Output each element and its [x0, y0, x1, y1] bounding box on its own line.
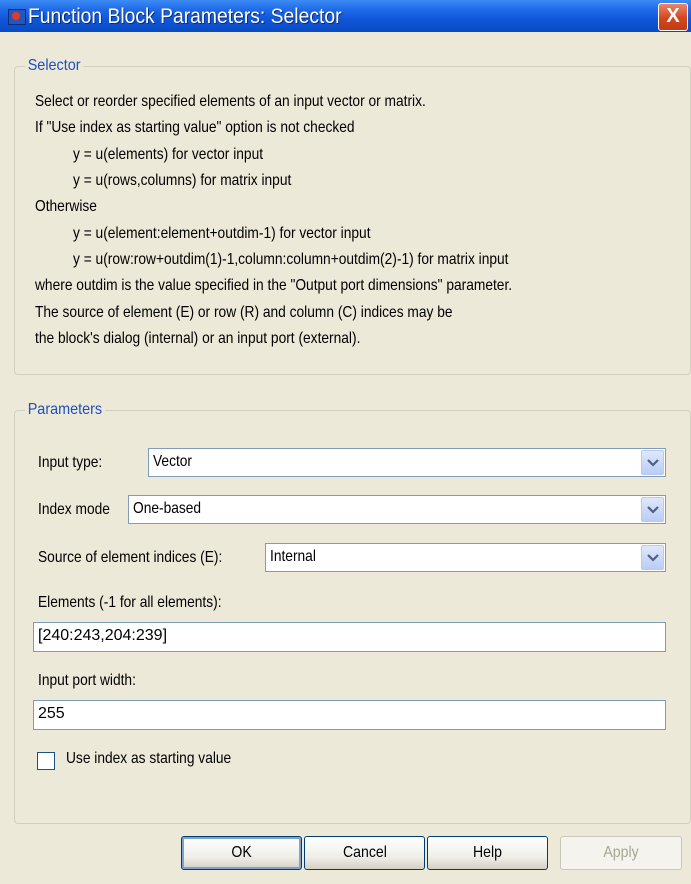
close-icon: X: [666, 5, 680, 27]
input-type-label: Input type:: [38, 454, 103, 471]
description-line: y = u(element:element+outdim-1) for vect…: [73, 225, 371, 242]
cancel-button[interactable]: Cancel: [304, 836, 425, 870]
chevron-down-icon[interactable]: [641, 545, 664, 570]
chevron-down-icon[interactable]: [641, 497, 664, 522]
title-bar[interactable]: Function Block Parameters: Selector X: [0, 0, 691, 32]
parameters-legend: Parameters: [25, 401, 105, 419]
source-indices-dropdown[interactable]: Internal: [265, 543, 666, 572]
selector-group: Selector Select or reorder specified ele…: [14, 57, 691, 375]
input-type-value: Vector: [153, 453, 193, 470]
cancel-button-label: Cancel: [342, 844, 387, 861]
ok-button[interactable]: OK: [181, 836, 302, 870]
help-button[interactable]: Help: [427, 836, 548, 870]
elements-input[interactable]: [38, 627, 644, 645]
chevron-down-icon[interactable]: [641, 450, 664, 475]
use-index-checkbox[interactable]: [37, 752, 55, 770]
description-line: y = u(row:row+outdim(1)-1,column:column+…: [73, 251, 509, 268]
description-line: The source of element (E) or row (R) and…: [35, 304, 453, 321]
description-line: where outdim is the value specified in t…: [35, 277, 513, 294]
description-line: y = u(elements) for vector input: [73, 146, 264, 163]
index-mode-value: One-based: [133, 500, 202, 517]
description-line: the block's dialog (internal) or an inpu…: [35, 330, 361, 347]
apply-button: Apply: [560, 836, 682, 870]
elements-field[interactable]: [33, 622, 666, 652]
input-type-dropdown[interactable]: Vector: [148, 448, 666, 477]
port-width-input[interactable]: [38, 705, 644, 723]
description-line: If "Use index as starting value" option …: [35, 119, 355, 136]
source-indices-label: Source of element indices (E):: [38, 549, 223, 566]
port-width-field[interactable]: [33, 700, 666, 730]
index-mode-dropdown[interactable]: One-based: [128, 495, 666, 524]
description-line: y = u(rows,columns) for matrix input: [73, 172, 292, 189]
use-index-label: Use index as starting value: [66, 750, 232, 767]
description-line: Select or reorder specified elements of …: [35, 93, 426, 110]
simulink-block-icon: [8, 9, 26, 25]
ok-button-label: OK: [231, 844, 252, 861]
selector-legend: Selector: [25, 57, 84, 75]
port-width-label: Input port width:: [38, 672, 136, 689]
apply-button-label: Apply: [603, 844, 639, 861]
window-title: Function Block Parameters: Selector: [28, 5, 342, 28]
source-indices-value: Internal: [270, 548, 316, 565]
elements-label: Elements (-1 for all elements):: [38, 594, 222, 611]
help-button-label: Help: [473, 844, 502, 861]
index-mode-label: Index mode: [38, 501, 110, 518]
description-line: Otherwise: [35, 198, 97, 215]
close-button[interactable]: X: [658, 3, 688, 31]
